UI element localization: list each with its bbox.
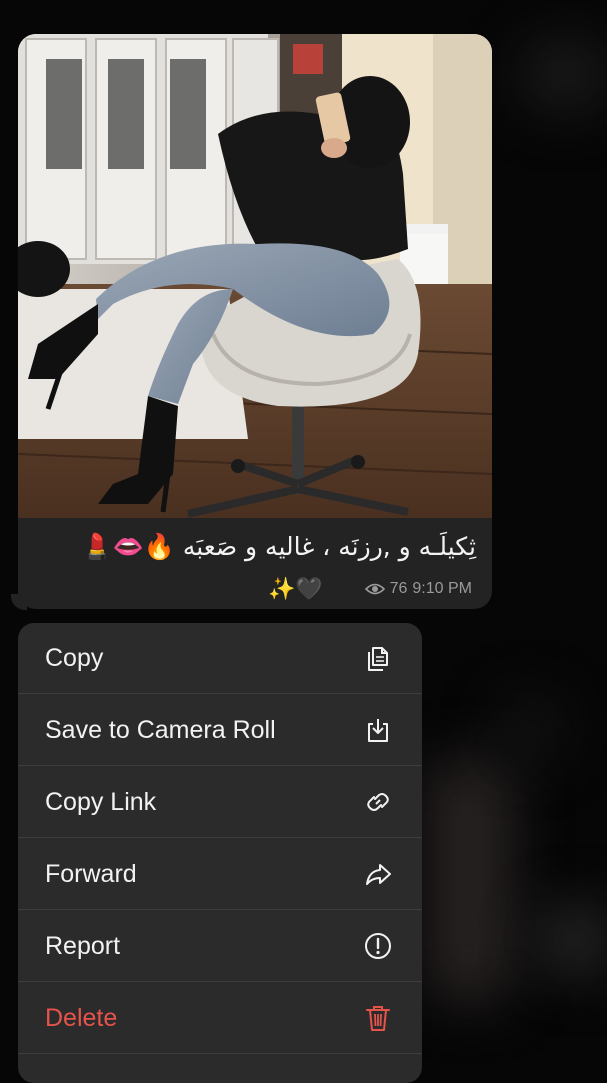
menu-item-label: Copy <box>45 643 104 672</box>
context-menu: Copy Save to Camera Roll Copy Link Forwa… <box>18 623 422 1083</box>
message-caption-line2: ✨🖤 <box>268 576 323 601</box>
menu-item-forward[interactable]: Forward <box>18 839 422 910</box>
message-caption: ثِكيلَـه و ,رزنَه ، غاليه و صَعبَه 🔥👄💄 <box>81 532 476 561</box>
background-blur <box>500 700 560 760</box>
message-meta-row: ✨🖤 76 9:10 PM <box>32 572 472 606</box>
menu-item-copy[interactable]: Copy <box>18 623 422 694</box>
views-eye-icon <box>364 583 385 595</box>
menu-item-label: Forward <box>45 859 137 888</box>
menu-item-label: Delete <box>45 1003 118 1032</box>
background-blur <box>520 40 607 110</box>
background-blur <box>430 760 510 1000</box>
link-icon <box>362 786 394 818</box>
save-download-icon <box>362 714 394 746</box>
copy-icon <box>362 642 394 674</box>
forward-arrow-icon <box>362 858 394 890</box>
view-count: 76 <box>389 580 408 597</box>
trash-icon <box>362 1002 394 1034</box>
menu-item-label: Report <box>45 931 121 960</box>
menu-item-copy-link[interactable]: Copy Link <box>18 767 422 838</box>
menu-item-report[interactable]: Report <box>18 911 422 982</box>
message-meta: 76 9:10 PM <box>364 580 472 598</box>
menu-item-save-to-camera-roll[interactable]: Save to Camera Roll <box>18 695 422 766</box>
menu-item-label: Save to Camera Roll <box>45 715 276 744</box>
message-bubble[interactable]: ثِكيلَـه و ,رزنَه ، غاليه و صَعبَه 🔥👄💄 ✨… <box>18 34 492 609</box>
message-photo[interactable] <box>18 34 492 518</box>
menu-item-delete[interactable]: Delete <box>18 983 422 1054</box>
menu-item-label: Copy Link <box>45 787 157 816</box>
background-blur <box>540 905 607 975</box>
message-time: 9:10 PM <box>412 580 472 597</box>
exclamation-circle-icon <box>362 930 394 962</box>
